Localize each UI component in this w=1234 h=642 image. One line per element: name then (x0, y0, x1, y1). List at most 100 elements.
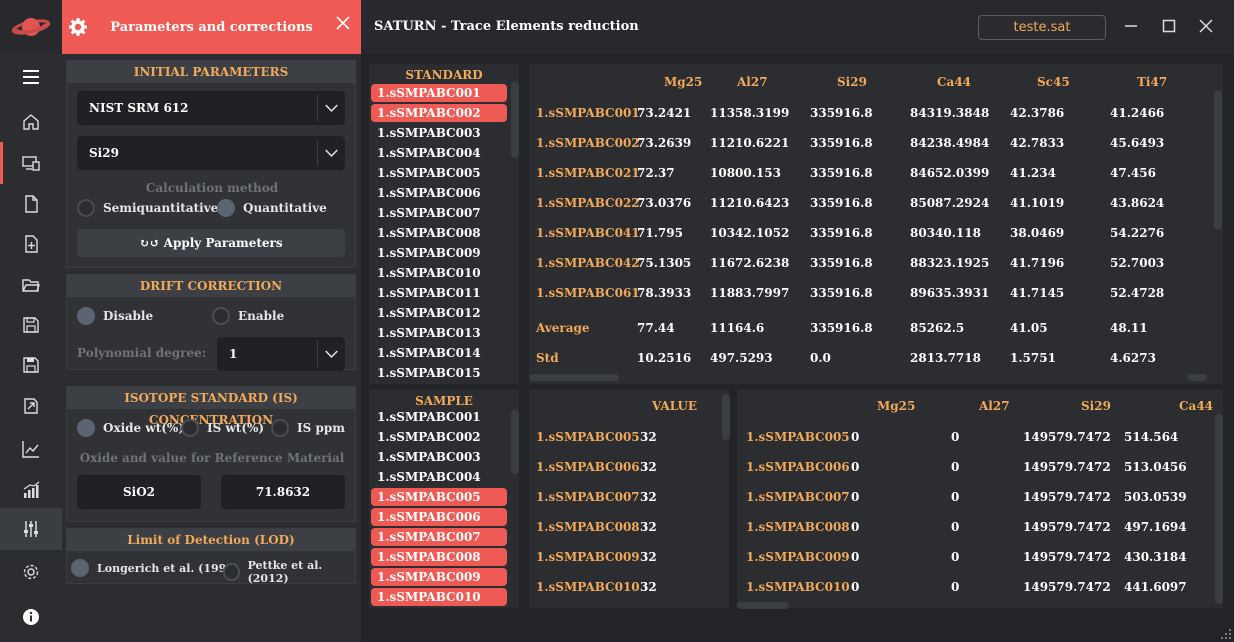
close-window-icon[interactable] (1197, 17, 1215, 35)
list-item[interactable]: 1.sSMPABC006 (371, 184, 507, 202)
table-cell: 0 (951, 550, 960, 564)
file-icon[interactable] (0, 186, 62, 222)
pettke-radio[interactable]: Pettke et al. (2012) (223, 559, 355, 585)
summary-cell: 41.05 (1010, 321, 1048, 335)
sample-table-hscroll[interactable] (737, 602, 789, 609)
table-cell: 78.3933 (637, 286, 692, 300)
row-label: 1.sSMPABC008 (536, 520, 640, 534)
list-item[interactable]: 1.sSMPABC005 (371, 164, 507, 182)
save-as-icon[interactable] (0, 347, 62, 383)
list-item[interactable]: 1.sSMPABC010 (371, 588, 507, 606)
list-item[interactable]: 1.sSMPABC014 (371, 344, 507, 362)
close-panel-icon[interactable] (335, 15, 351, 31)
standards-table-hscroll-end[interactable] (1187, 374, 1207, 381)
column-header: Ti47 (1137, 75, 1168, 89)
list-item[interactable]: 1.sSMPABC013 (371, 324, 507, 342)
list-item[interactable]: 1.sSMPABC002 (371, 104, 507, 122)
drift-enable-radio[interactable]: Enable (212, 307, 284, 325)
list-item[interactable]: 1.sSMPABC008 (371, 548, 507, 566)
list-item[interactable]: 1.sSMPABC007 (371, 204, 507, 222)
table-cell: 38.0469 (1010, 226, 1065, 240)
internal-standard-select[interactable]: Si29 (77, 136, 345, 170)
oxide-input[interactable]: SiO2 (77, 475, 201, 509)
list-item[interactable]: 1.sSMPABC004 (371, 468, 507, 486)
polynomial-degree-select[interactable]: 1 (217, 337, 345, 371)
table-cell: 149579.7472 (1023, 520, 1111, 534)
new-file-icon[interactable] (0, 226, 62, 262)
file-name-box[interactable]: teste.sat (978, 15, 1106, 40)
list-item[interactable]: 1.sSMPABC012 (371, 304, 507, 322)
summary-cell: 335916.8 (810, 321, 873, 335)
minimize-icon[interactable] (1122, 17, 1140, 35)
list-item[interactable]: 1.sSMPABC007 (371, 528, 507, 546)
line-chart-icon[interactable] (0, 431, 62, 467)
polynomial-degree-label: Polynomial degree: (77, 346, 207, 360)
list-item[interactable]: 1.sSMPABC003 (371, 448, 507, 466)
table-cell: 32 (640, 580, 657, 594)
list-item[interactable]: 1.sSMPABC004 (371, 144, 507, 162)
maximize-icon[interactable] (1160, 17, 1178, 35)
table-cell: 149579.7472 (1023, 490, 1111, 504)
title-bar: Parameters and corrections SATURN - Trac… (0, 0, 1234, 54)
apply-parameters-button[interactable]: ↻↺ Apply Parameters (77, 229, 345, 257)
value-table: VALUE 1.sSMPABC005 32 1.sSMPABC006 32 1.sSMPA… (529, 390, 730, 608)
table-cell: 32 (640, 520, 657, 534)
list-item[interactable]: 1.sSMPABC015 (371, 364, 507, 382)
sample-table-vscroll[interactable] (1215, 414, 1223, 604)
table-cell: 85087.2924 (910, 196, 990, 210)
list-item[interactable]: 1.sSMPABC001 (371, 408, 507, 426)
list-item[interactable]: 1.sSMPABC006 (371, 508, 507, 526)
table-cell: 32 (640, 430, 657, 444)
saturn-logo (0, 0, 62, 54)
row-label: 1.sSMPABC061 (536, 286, 640, 300)
quantitative-radio[interactable]: Quantitative (217, 199, 327, 217)
standards-table-hscroll[interactable] (529, 374, 619, 381)
reference-value-input[interactable]: 71.8632 (221, 475, 345, 509)
row-label: 1.sSMPABC001 (536, 106, 640, 120)
open-folder-icon[interactable] (0, 267, 62, 303)
reference-material-select[interactable]: NIST SRM 612 (77, 91, 345, 125)
home-icon[interactable] (0, 104, 62, 140)
summary-cell: 48.11 (1110, 321, 1148, 335)
menu-icon[interactable] (0, 59, 62, 95)
list-item[interactable]: 1.sSMPABC008 (371, 224, 507, 242)
table-cell: 335916.8 (810, 256, 873, 270)
devices-icon[interactable] (0, 145, 62, 181)
lod-section: Limit of Detection (LOD) Longerich et al… (66, 528, 356, 585)
app-window: Parameters and corrections SATURN - Trac… (0, 0, 1234, 642)
value-table-vscroll[interactable] (722, 394, 730, 440)
list-item[interactable]: 1.sSMPABC003 (371, 124, 507, 142)
save-icon[interactable] (0, 307, 62, 343)
list-item[interactable]: 1.sSMPABC009 (371, 568, 507, 586)
drift-disable-radio[interactable]: Disable (77, 307, 153, 325)
semiquantitative-radio[interactable]: Semiquantitative (77, 199, 218, 217)
table-cell: 73.0376 (637, 196, 692, 210)
standard-list: STANDARD 1.sSMPABC001 1.sSMPABC002 1.sSMPA… (369, 64, 519, 384)
bar-chart-icon[interactable] (0, 472, 62, 508)
summary-cell: 0.0 (810, 351, 831, 365)
standard-scrollbar[interactable] (511, 82, 519, 158)
table-cell: 42.7833 (1010, 136, 1065, 150)
row-label: 1.sSMPABC021 (536, 166, 640, 180)
reference-material-value: NIST SRM 612 (89, 101, 189, 115)
standards-table-vscroll[interactable] (1214, 90, 1222, 230)
longerich-radio[interactable]: Longerich et al. (1996) (71, 559, 239, 577)
info-icon[interactable] (0, 599, 62, 635)
is-ppm-radio[interactable]: IS ppm (271, 419, 345, 437)
list-item[interactable]: 1.sSMPABC010 (371, 264, 507, 282)
table-cell: 43.8624 (1110, 196, 1165, 210)
table-cell: 0 (851, 490, 860, 504)
settings-icon[interactable] (0, 554, 62, 590)
list-item[interactable]: 1.sSMPABC011 (371, 284, 507, 302)
table-cell: 71.795 (637, 226, 683, 240)
list-item[interactable]: 1.sSMPABC001 (371, 84, 507, 102)
list-item[interactable]: 1.sSMPABC002 (371, 428, 507, 446)
export-icon[interactable] (0, 388, 62, 424)
sample-scrollbar[interactable] (511, 410, 519, 474)
sliders-icon[interactable] (0, 508, 62, 550)
oxide-wt-radio[interactable]: Oxide wt(%) (77, 419, 184, 437)
is-wt-radio[interactable]: IS wt(%) (181, 419, 264, 437)
list-item[interactable]: 1.sSMPABC005 (371, 488, 507, 506)
resize-grip-icon[interactable] (1221, 629, 1231, 639)
list-item[interactable]: 1.sSMPABC009 (371, 244, 507, 262)
